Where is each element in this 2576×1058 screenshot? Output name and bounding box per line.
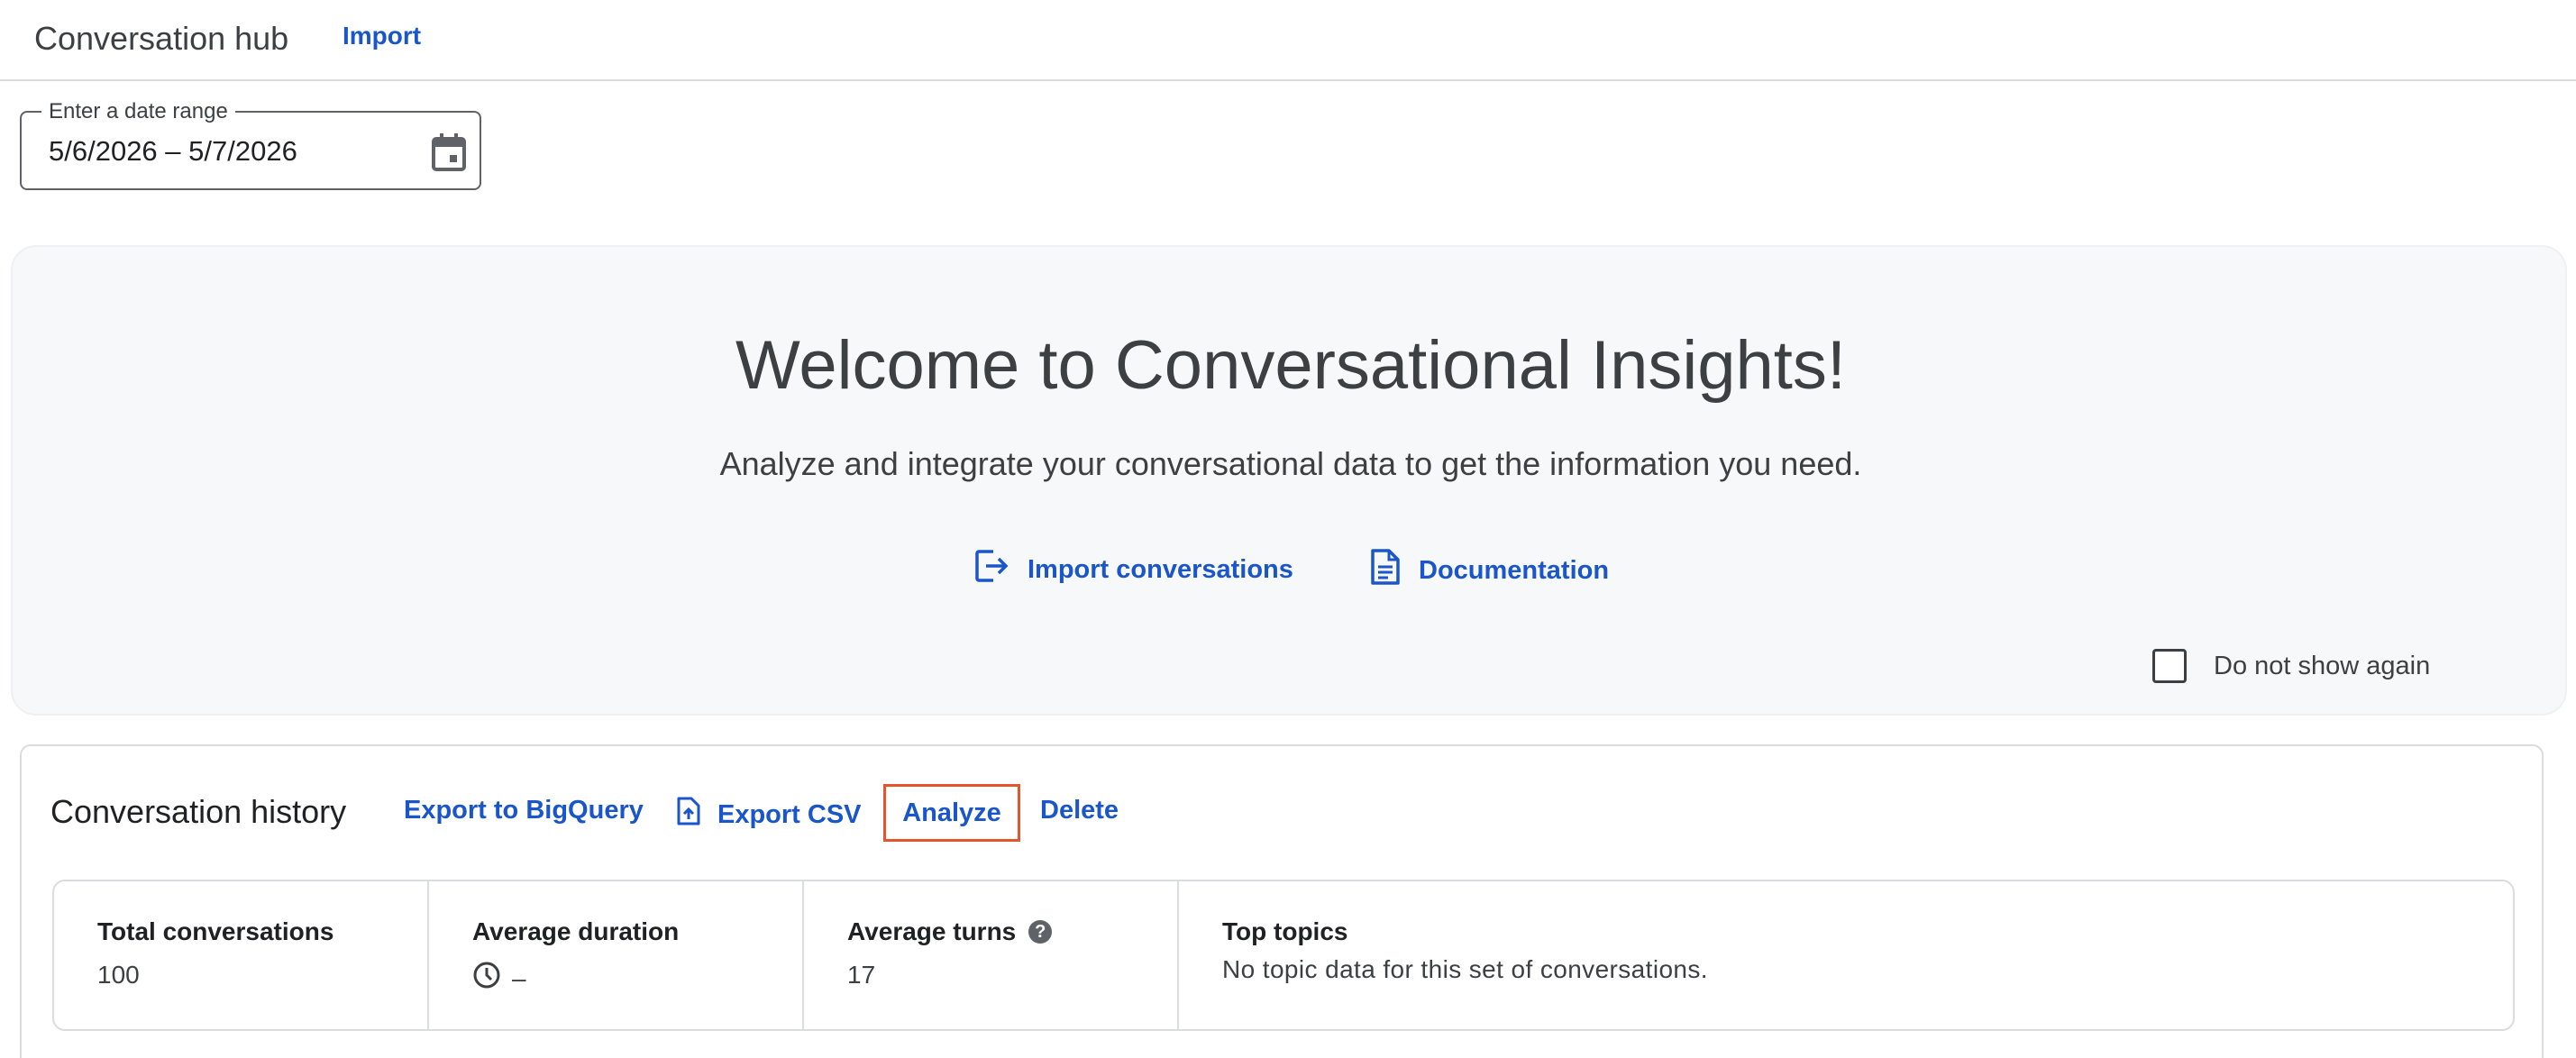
export-csv-button[interactable]: Export CSV xyxy=(676,796,862,834)
analyze-button[interactable]: Analyze xyxy=(883,784,1020,842)
import-conversations-label: Import conversations xyxy=(1028,554,1293,584)
stat-average-duration: Average duration – xyxy=(429,881,804,1029)
documentation-link[interactable]: Documentation xyxy=(1370,548,1609,593)
date-range-value[interactable]: 5/6/2026 – 5/7/2026 xyxy=(49,135,297,168)
stat-label: Top topics xyxy=(1222,917,1348,945)
stat-average-turns: Average turns ? 17 xyxy=(804,881,1179,1029)
export-bigquery-button[interactable]: Export to BigQuery xyxy=(404,796,644,825)
import-conversations-link[interactable]: Import conversations xyxy=(973,548,1293,591)
stat-top-topics: Top topics No topic data for this set of… xyxy=(1179,881,2513,1029)
stat-value: – xyxy=(512,963,526,992)
do-not-show-label: Do not show again xyxy=(2214,651,2431,680)
date-range-label: Enter a date range xyxy=(41,99,235,124)
export-csv-label: Export CSV xyxy=(717,799,862,829)
welcome-title: Welcome to Conversational Insights! xyxy=(735,327,1847,404)
stat-value: 100 xyxy=(97,961,140,989)
import-icon xyxy=(973,548,1009,591)
stat-value-row: – xyxy=(472,961,526,996)
calendar-icon[interactable] xyxy=(431,132,467,172)
stat-label: Total conversations xyxy=(97,917,334,945)
import-tab-link[interactable]: Import xyxy=(343,22,421,50)
top-bar: Conversation hub Import xyxy=(0,0,2576,81)
export-file-icon xyxy=(676,796,701,834)
stat-value: 17 xyxy=(847,961,876,989)
help-icon[interactable]: ? xyxy=(1028,920,1053,944)
clock-icon xyxy=(472,961,501,996)
conversation-history-panel: Conversation history Export to BigQuery … xyxy=(20,744,2544,1058)
welcome-subtitle: Analyze and integrate your conversationa… xyxy=(719,445,1862,482)
page-title: Conversation hub xyxy=(34,20,289,57)
do-not-show-again[interactable]: Do not show again xyxy=(2152,649,2430,683)
stat-label: Average duration xyxy=(472,917,680,945)
stat-label: Average turns xyxy=(847,917,1017,945)
do-not-show-checkbox[interactable] xyxy=(2152,649,2187,683)
delete-button[interactable]: Delete xyxy=(1040,796,1119,825)
stat-value: No topic data for this set of conversati… xyxy=(1222,955,1708,983)
welcome-banner: Welcome to Conversational Insights! Anal… xyxy=(11,245,2567,716)
documentation-label: Documentation xyxy=(1419,555,1610,585)
conversation-history-title: Conversation history xyxy=(50,793,347,830)
stat-total-conversations: Total conversations 100 xyxy=(54,881,429,1029)
stat-label-row: Average turns ? xyxy=(847,917,1053,946)
stats-card: Total conversations 100 Average duration… xyxy=(52,880,2515,1031)
document-icon xyxy=(1370,548,1401,593)
date-range-field[interactable]: Enter a date range 5/6/2026 – 5/7/2026 xyxy=(20,99,481,190)
